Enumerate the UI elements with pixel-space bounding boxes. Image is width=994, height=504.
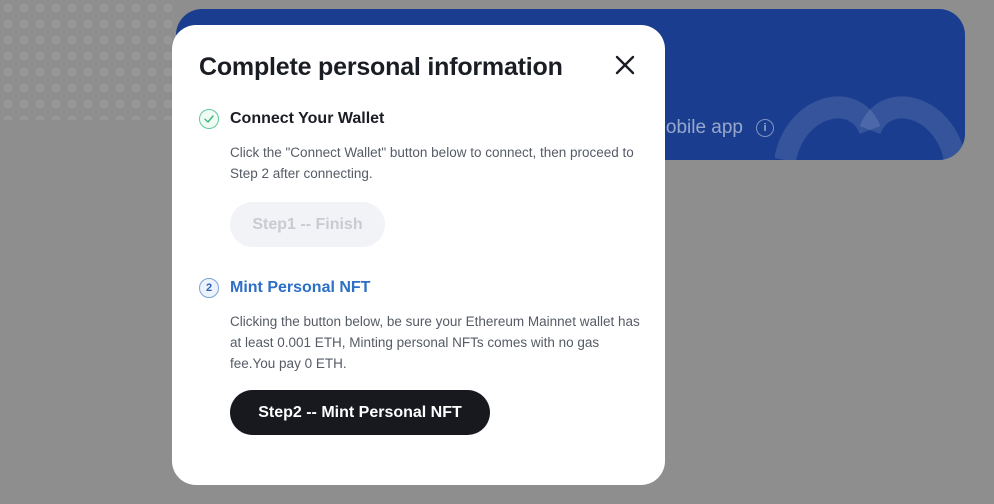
- close-icon[interactable]: [613, 53, 637, 77]
- step-title: Connect Your Wallet: [230, 110, 385, 127]
- step1-finish-button: Step1 -- Finish: [230, 202, 385, 247]
- step-title: Mint Personal NFT: [230, 279, 371, 296]
- background-pattern: [0, 0, 180, 120]
- info-icon: i: [756, 119, 774, 137]
- banner-logo-icon: [775, 96, 965, 160]
- step-header: Connect Your Wallet: [199, 107, 644, 131]
- step-description: Click the "Connect Wallet" button below …: [230, 145, 634, 181]
- step-header: 2 Mint Personal NFT: [199, 276, 644, 300]
- step-connect-wallet: Connect Your Wallet Click the "Connect W…: [199, 107, 644, 247]
- modal-title: Complete personal information: [199, 53, 563, 81]
- banner-mobile-app-text: obile app: [665, 117, 743, 138]
- personal-info-modal: Complete personal information Connect Yo…: [172, 25, 665, 485]
- step-description: Clicking the button below, be sure your …: [230, 314, 640, 371]
- step-number-badge: 2: [199, 278, 219, 298]
- mint-nft-button[interactable]: Step2 -- Mint Personal NFT: [230, 390, 490, 435]
- step-mint-nft: 2 Mint Personal NFT Clicking the button …: [199, 276, 644, 435]
- check-icon: [199, 109, 219, 129]
